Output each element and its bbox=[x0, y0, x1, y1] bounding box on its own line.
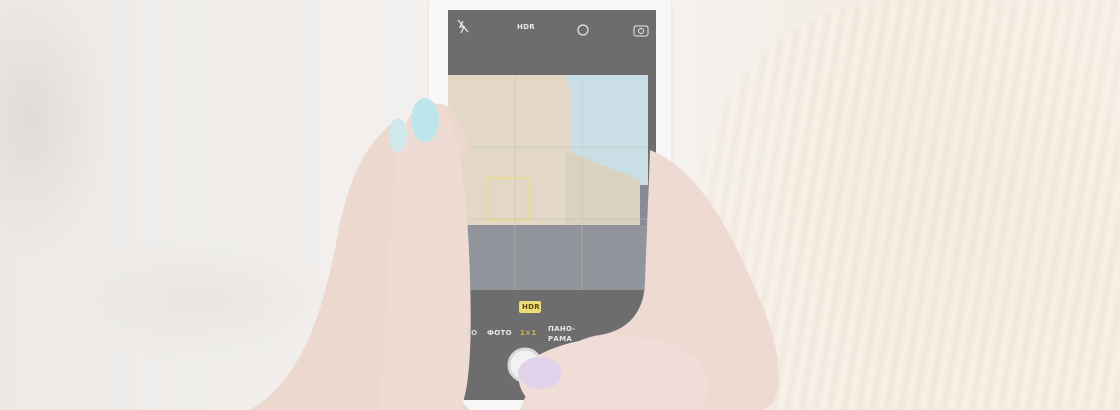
mode-pano-line2[interactable]: РАМА bbox=[548, 335, 572, 343]
mode-video[interactable]: ЕО bbox=[466, 329, 477, 337]
mode-photo[interactable]: ФОТО bbox=[487, 329, 512, 337]
hdr-toggle[interactable]: HDR bbox=[517, 23, 535, 31]
phone-scene bbox=[0, 0, 1120, 410]
mode-pano-line1[interactable]: ПАНО- bbox=[548, 325, 576, 333]
mode-square[interactable]: 1×1 bbox=[520, 329, 537, 337]
hdr-badge[interactable]: HDR bbox=[522, 303, 540, 311]
